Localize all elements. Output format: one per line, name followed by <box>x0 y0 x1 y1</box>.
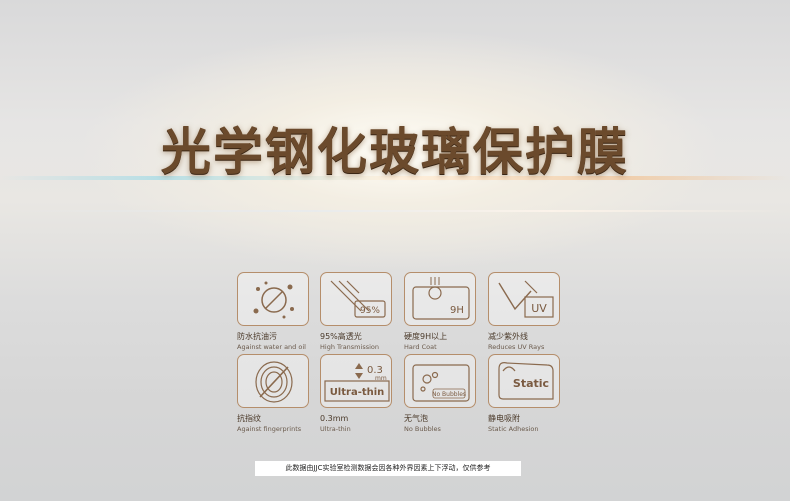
ultra-thin-icon: 0.3 mm Ultra-thin <box>320 354 392 408</box>
no-bubbles-icon: No Bubbles <box>404 354 476 408</box>
static-text: Static <box>513 377 549 390</box>
hardness-text: 9H <box>450 305 464 316</box>
ultra-thin-text: Ultra-thin <box>330 387 385 398</box>
feature-label-water: 防水抗油污 Against water and oil <box>237 332 306 351</box>
thickness-unit: mm <box>375 375 387 382</box>
fingerprint-icon <box>237 354 309 408</box>
feature-label-fingerprint: 抗指纹 Against fingerprints <box>237 414 302 433</box>
feature-label-transmission: 95%高透光 High Transmission <box>320 332 379 351</box>
feature-label-static: 静电吸附 Static Adhesion <box>488 414 539 433</box>
background <box>0 0 790 501</box>
uv-text: UV <box>531 302 547 315</box>
disclaimer-note: 此数据由JJC实验室检测数据会因各种外界因素上下浮动，仅供参考 <box>255 461 521 476</box>
page-title: 光学钢化玻璃保护膜 <box>161 123 629 181</box>
light-streak-2 <box>0 210 790 212</box>
feature-label-uv: 减少紫外线 Reduces UV Rays <box>488 332 545 351</box>
static-icon: Static <box>488 354 560 408</box>
water-oil-drop-icon <box>237 272 309 326</box>
hardness-icon: 9H <box>404 272 476 326</box>
uv-icon: UV <box>488 272 560 326</box>
transmission-text: 95% <box>360 306 380 316</box>
feature-label-bubbles: 无气泡 No Bubbles <box>404 414 441 433</box>
feature-label-thin: 0.3mm Ultra-thin <box>320 414 351 433</box>
no-bubbles-text: No Bubbles <box>432 391 466 398</box>
transmission-icon: 95% <box>320 272 392 326</box>
feature-label-hardness: 硬度9H以上 Hard Coat <box>404 332 448 351</box>
